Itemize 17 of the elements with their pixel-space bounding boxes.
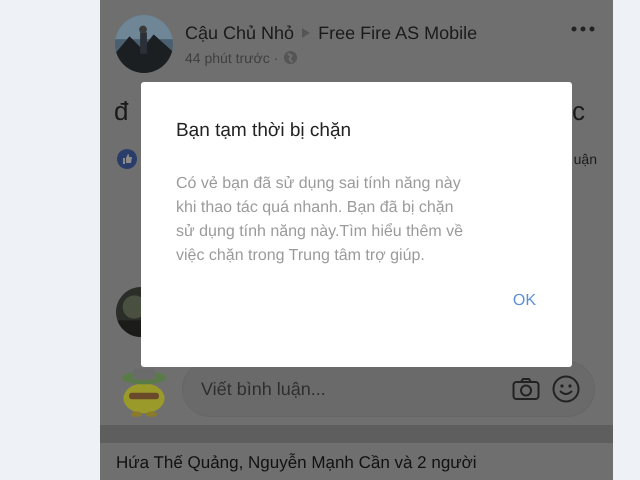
camera-icon[interactable] xyxy=(512,377,540,401)
group-name[interactable]: Free Fire AS Mobile xyxy=(318,22,478,44)
author-name[interactable]: Cậu Chủ Nhỏ xyxy=(185,22,294,44)
emoji-icon[interactable] xyxy=(552,375,580,403)
post-text: c xyxy=(572,96,585,127)
post-header: Hứa Thế Quảng, Nguyễn Mạnh Cần và 2 người xyxy=(116,453,477,472)
dialog-title: Bạn tạm thời bị chặn xyxy=(176,120,352,142)
comment-input[interactable]: Viết bình luận... xyxy=(199,378,500,400)
like-icon[interactable] xyxy=(117,149,137,169)
comment-count[interactable]: uận xyxy=(574,151,597,167)
comment-field[interactable]: Viết bình luận... xyxy=(182,361,595,417)
ok-button[interactable]: OK xyxy=(506,288,542,314)
post-text: đ xyxy=(114,96,128,127)
dialog-message: Có vẻ bạn đã sử dụng sai tính năng này khi thao tác quá nhanh. Bạn đã bị chặn sử dụng tính năng này.Tìm hiểu thêm về việc chặn trong Trung tâm trợ giúp. xyxy=(176,174,464,266)
globe-icon xyxy=(283,50,298,65)
triangle-icon xyxy=(302,28,310,38)
more-icon[interactable] xyxy=(571,26,595,32)
